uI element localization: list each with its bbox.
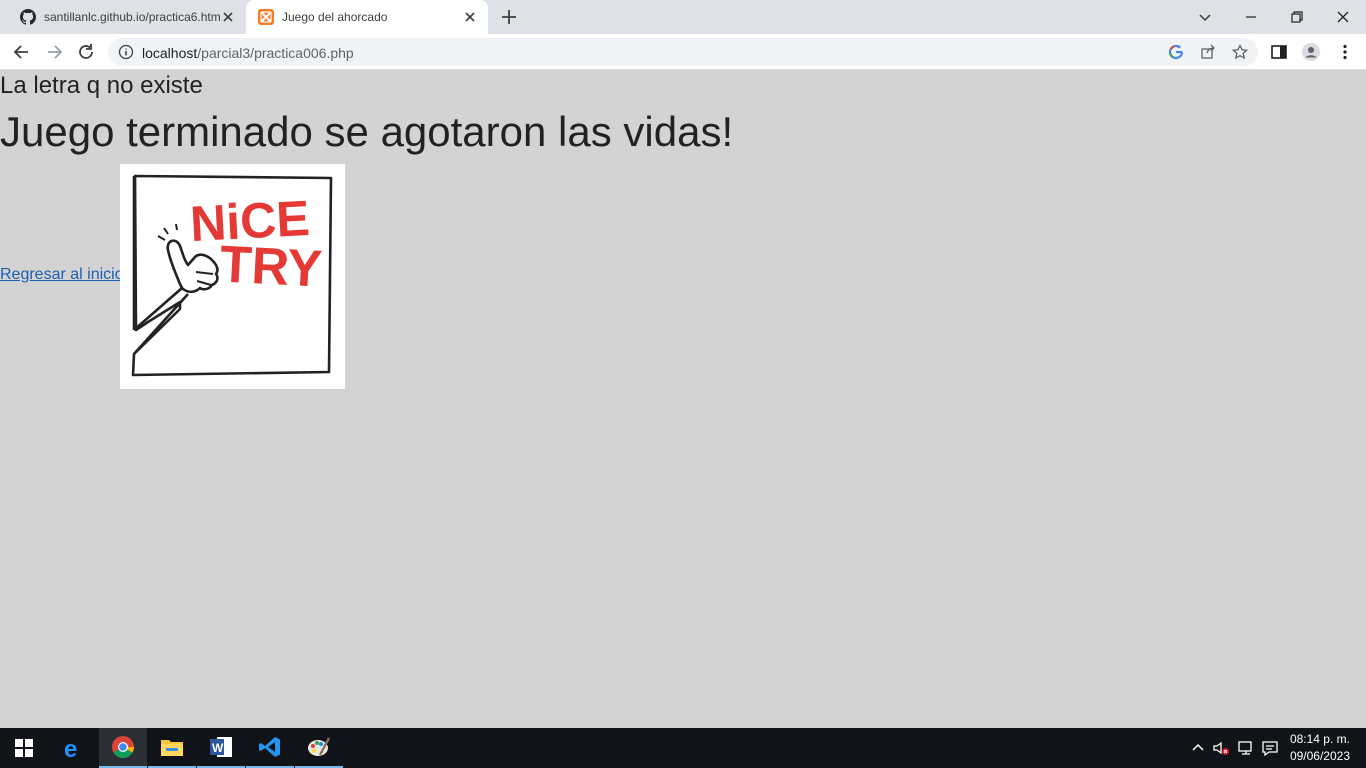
clock-date: 09/06/2023 xyxy=(1289,749,1350,763)
profile-avatar-icon[interactable] xyxy=(1302,43,1320,61)
tab-strip: santillanlc.github.io/practica6.html Jue… xyxy=(0,0,1366,34)
reload-icon[interactable] xyxy=(76,42,96,62)
start-icon xyxy=(15,739,33,757)
system-clock[interactable]: 08:14 p. m. 09/06/2023 xyxy=(1290,731,1350,765)
share-icon[interactable] xyxy=(1200,44,1216,60)
chrome-icon xyxy=(112,736,134,758)
start-button[interactable] xyxy=(0,728,48,768)
svg-text:e: e xyxy=(64,736,77,760)
tab-search-chevron-icon[interactable] xyxy=(1194,6,1216,28)
kebab-menu-icon[interactable] xyxy=(1336,43,1354,61)
side-panel-icon[interactable] xyxy=(1270,43,1288,61)
taskbar-word[interactable]: W xyxy=(197,728,245,768)
vscode-icon xyxy=(259,737,280,757)
page-content: La letra q no existe Juego terminado se … xyxy=(0,70,1366,728)
address-bar[interactable]: localhost/parcial3/practica006.php xyxy=(108,38,1258,66)
file-explorer-icon xyxy=(161,740,183,756)
xampp-icon xyxy=(258,9,274,25)
word-icon: W xyxy=(210,737,232,757)
network-icon[interactable] xyxy=(1237,739,1255,757)
tab-title: Juego del ahorcado xyxy=(282,10,388,24)
taskbar-edge[interactable]: e xyxy=(50,728,98,768)
url-text[interactable]: localhost/parcial3/practica006.php xyxy=(142,45,354,61)
game-over-headline: Juego terminado se agotaron las vidas! xyxy=(0,108,734,155)
edge-icon: e xyxy=(64,736,77,760)
taskbar-file-explorer[interactable] xyxy=(148,728,196,768)
nice-try-illustration: NiCE TRY xyxy=(131,174,333,377)
paint-icon xyxy=(308,737,331,756)
svg-text:W: W xyxy=(212,741,224,755)
taskbar-vscode[interactable] xyxy=(246,728,294,768)
url-host: localhost xyxy=(142,45,198,61)
forward-arrow-icon[interactable] xyxy=(44,42,64,62)
taskbar-paint[interactable] xyxy=(295,728,343,768)
tab-juego-ahorcado[interactable]: Juego del ahorcado xyxy=(246,0,488,34)
back-to-start-link[interactable]: Regresar al inicio xyxy=(0,266,124,284)
close-tab-icon[interactable] xyxy=(462,9,478,25)
letter-status-message: La letra q no existe xyxy=(0,72,203,99)
try-text: TRY xyxy=(218,235,323,298)
site-info-icon[interactable] xyxy=(118,44,134,60)
volume-muted-icon[interactable] xyxy=(1212,739,1230,757)
clock-time: 08:14 p. m. xyxy=(1289,732,1350,746)
url-path: /parcial3/practica006.php xyxy=(197,45,354,61)
new-tab-icon[interactable] xyxy=(500,8,518,26)
restore-icon[interactable] xyxy=(1286,6,1308,28)
google-translate-icon[interactable] xyxy=(1168,44,1184,60)
nice-try-image: NiCE TRY xyxy=(120,164,345,389)
windows-taskbar: e W 08:14 p. m. 09/06/2023 xyxy=(0,728,1366,768)
taskbar-chrome[interactable] xyxy=(99,728,147,768)
bookmark-star-icon[interactable] xyxy=(1232,44,1248,60)
minimize-icon[interactable] xyxy=(1240,6,1262,28)
close-window-icon[interactable] xyxy=(1332,6,1354,28)
tab-title: santillanlc.github.io/practica6.html xyxy=(44,10,220,24)
github-icon xyxy=(20,9,36,25)
back-arrow-icon[interactable] xyxy=(12,42,32,62)
show-hidden-icons-chevron-icon[interactable] xyxy=(1189,739,1207,757)
browser-toolbar: localhost/parcial3/practica006.php xyxy=(0,34,1366,70)
tab-github[interactable]: santillanlc.github.io/practica6.html xyxy=(8,0,246,34)
close-tab-icon[interactable] xyxy=(220,9,236,25)
notifications-icon[interactable] xyxy=(1261,739,1279,757)
